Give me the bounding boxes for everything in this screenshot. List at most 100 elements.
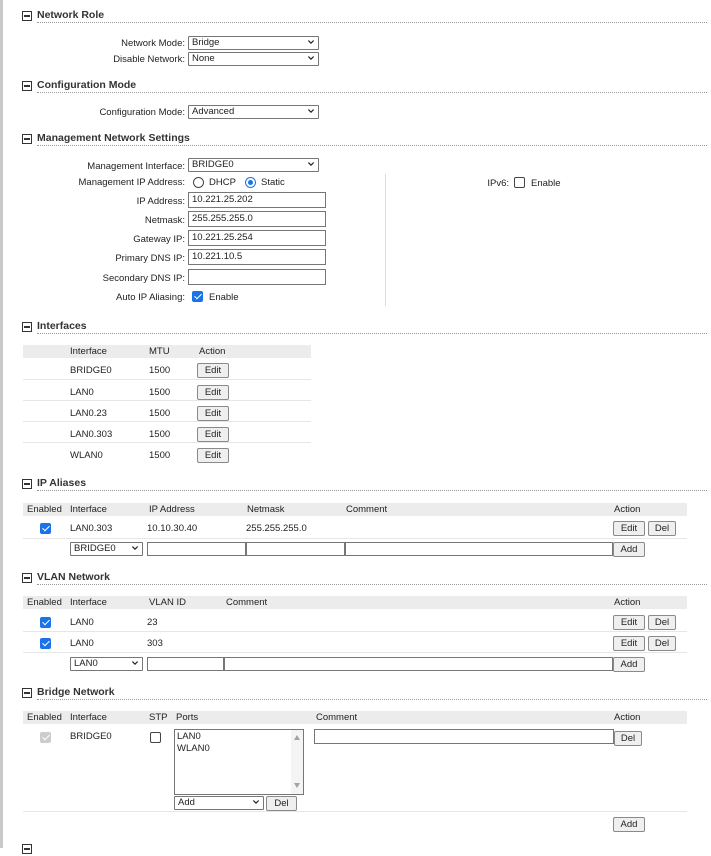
divider <box>37 490 707 491</box>
vlan-interface: LAN0 <box>70 638 94 649</box>
ipv6-enable-label: Enable <box>531 178 561 189</box>
edit-button[interactable]: Edit <box>197 385 229 400</box>
interface-name: LAN0.303 <box>70 429 113 440</box>
disable-network-select[interactable]: None <box>188 52 319 66</box>
collapse-icon[interactable] <box>22 688 32 698</box>
header-action: Action <box>199 346 226 357</box>
header-enabled: Enabled <box>27 597 62 608</box>
configuration-mode-select[interactable]: Advanced <box>188 105 319 119</box>
configuration-mode-label: Configuration Mode: <box>99 107 185 118</box>
header-action: Action <box>614 712 641 723</box>
collapse-icon[interactable] <box>22 844 32 854</box>
left-border <box>0 0 3 848</box>
network-mode-select[interactable]: Bridge <box>188 36 319 50</box>
disable-network-label: Disable Network: <box>113 54 185 65</box>
alias-enabled-checkbox[interactable] <box>40 523 51 534</box>
alias-interface: LAN0.303 <box>70 523 113 534</box>
new-alias-netmask-input[interactable] <box>246 542 345 556</box>
netmask-input[interactable]: 255.255.255.0 <box>188 211 326 227</box>
edit-button[interactable]: Edit <box>613 615 645 630</box>
stp-checkbox[interactable] <box>150 732 161 743</box>
row-divider <box>23 538 687 539</box>
static-radio[interactable] <box>245 177 256 188</box>
bridge-comment-input[interactable] <box>314 729 614 744</box>
vlan-id: 23 <box>147 617 158 628</box>
delete-button[interactable]: Del <box>648 615 676 630</box>
auto-ip-aliasing-checkbox[interactable] <box>192 291 203 302</box>
static-label: Static <box>261 177 285 188</box>
alias-ip: 10.10.30.40 <box>147 523 198 534</box>
dhcp-radio[interactable] <box>193 177 204 188</box>
interface-mtu: 1500 <box>149 408 171 419</box>
section-title: Management Network Settings <box>37 132 190 144</box>
delete-button[interactable]: Del <box>648 636 676 651</box>
primary-dns-input[interactable]: 10.221.10.5 <box>188 249 326 265</box>
header-stp: STP <box>149 712 168 723</box>
new-vlan-id-input[interactable] <box>147 657 224 671</box>
collapse-icon[interactable] <box>22 322 32 332</box>
divider <box>37 699 707 700</box>
delete-button[interactable]: Del <box>648 521 676 536</box>
header-interface: Interface <box>70 504 107 515</box>
section-title: Bridge Network <box>37 686 115 698</box>
new-vlan-interface-select[interactable]: LAN0 <box>70 657 143 671</box>
delete-button[interactable]: Del <box>614 731 642 746</box>
secondary-dns-input[interactable] <box>188 269 326 285</box>
section-title: Configuration Mode <box>37 79 137 91</box>
collapse-icon[interactable] <box>22 81 32 91</box>
vlan-enabled-checkbox[interactable] <box>40 617 51 628</box>
row-divider <box>23 379 311 380</box>
edit-button[interactable]: Edit <box>197 427 229 442</box>
scroll-down-icon[interactable] <box>294 783 300 788</box>
chevron-down-icon <box>132 661 138 665</box>
header-mtu: MTU <box>149 346 170 357</box>
interfaces-table-header: Interface MTU Action <box>23 345 311 358</box>
new-alias-ip-input[interactable] <box>147 542 246 556</box>
new-vlan-comment-input[interactable] <box>224 657 613 671</box>
header-comment: Comment <box>226 597 268 608</box>
port-item[interactable]: LAN0 <box>177 731 201 742</box>
new-alias-interface-select[interactable]: BRIDGE0 <box>70 542 143 556</box>
interface-name: LAN0.23 <box>70 408 107 419</box>
scroll-up-icon[interactable] <box>294 735 300 740</box>
new-alias-comment-input[interactable] <box>345 542 613 556</box>
ip-address-label: IP Address: <box>136 196 185 207</box>
delete-port-button[interactable]: Del <box>266 796 297 811</box>
header-netmask: Netmask <box>247 504 285 515</box>
edit-button[interactable]: Edit <box>197 406 229 421</box>
edit-button[interactable]: Edit <box>197 363 229 378</box>
ip-address-input[interactable]: 10.221.25.202 <box>188 192 326 208</box>
collapse-icon[interactable] <box>22 134 32 144</box>
listbox-scrollbar[interactable] <box>291 730 303 794</box>
collapse-icon[interactable] <box>22 11 32 21</box>
gateway-input[interactable]: 10.221.25.254 <box>188 230 326 246</box>
section-title: VLAN Network <box>37 571 110 583</box>
management-interface-select[interactable]: BRIDGE0 <box>188 158 319 172</box>
edit-button[interactable]: Edit <box>197 448 229 463</box>
collapse-icon[interactable] <box>22 479 32 489</box>
add-button[interactable]: Add <box>613 542 645 557</box>
collapse-icon[interactable] <box>22 573 32 583</box>
primary-dns-label: Primary DNS IP: <box>115 253 185 264</box>
ipv6-checkbox[interactable] <box>514 177 525 188</box>
ports-listbox[interactable]: LAN0 WLAN0 <box>174 729 304 795</box>
secondary-dns-label: Secondary DNS IP: <box>102 273 185 284</box>
management-ip-mode-label: Management IP Address: <box>78 177 186 188</box>
add-button[interactable]: Add <box>613 817 645 832</box>
interface-mtu: 1500 <box>149 387 171 398</box>
header-interface: Interface <box>70 712 107 723</box>
bridge-enabled-checkbox <box>40 732 51 743</box>
edit-button[interactable]: Edit <box>613 636 645 651</box>
ip-aliases-table-header: Enabled Interface IP Address Netmask Com… <box>23 503 687 516</box>
header-action: Action <box>614 504 641 515</box>
port-item[interactable]: WLAN0 <box>177 743 210 754</box>
bridge-interface: BRIDGE0 <box>70 731 112 742</box>
auto-ip-aliasing-enable-label: Enable <box>209 292 239 303</box>
auto-ip-aliasing-label: Auto IP Aliasing: <box>115 292 185 303</box>
add-button[interactable]: Add <box>613 657 645 672</box>
vlan-enabled-checkbox[interactable] <box>40 638 51 649</box>
add-port-select[interactable]: Add <box>174 796 264 810</box>
section-title: IP Aliases <box>37 477 87 489</box>
row-divider <box>23 631 687 632</box>
edit-button[interactable]: Edit <box>613 521 645 536</box>
